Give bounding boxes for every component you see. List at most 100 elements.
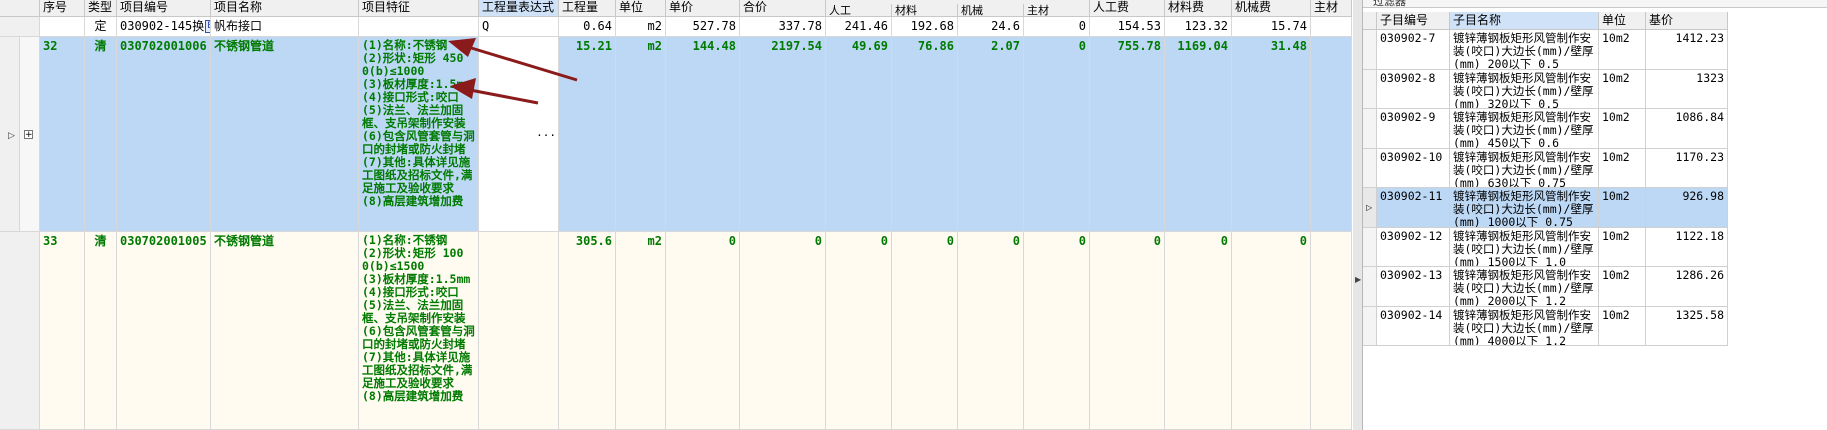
col-header-type[interactable]: 类型 <box>85 0 117 17</box>
col-header-code[interactable]: 项目编号 <box>117 0 211 17</box>
row33-expr[interactable] <box>479 232 559 430</box>
row-indicator[interactable] <box>1363 30 1377 70</box>
row32-labor: 49.69 <box>826 37 892 232</box>
row-indicator[interactable] <box>1363 306 1377 346</box>
row-indicator[interactable] <box>0 232 40 430</box>
quota-name[interactable]: 帆布接口 <box>211 17 359 37</box>
filter-label[interactable]: 过滤器 <box>1373 0 1406 7</box>
quota-list-name[interactable]: 镀锌薄钢板矩形风管制作安装(咬口)大边长(mm)/壁厚(mm) 630以下 0.… <box>1450 148 1599 188</box>
right-col-header-unit[interactable]: 单位 <box>1599 12 1646 30</box>
row32-machine-fee: 31.48 <box>1232 37 1311 232</box>
row-indicator[interactable] <box>0 17 40 37</box>
panel-splitter[interactable]: ▶ <box>1353 0 1363 430</box>
col-header-main-mat-fee[interactable]: 主材 <box>1311 0 1352 17</box>
row33-total: 0 <box>740 232 826 430</box>
quota-main-mat-fee <box>1311 17 1352 37</box>
col-header-machine[interactable]: 机械 <box>958 4 1024 17</box>
col-header-unit[interactable]: 单位 <box>616 0 666 17</box>
row32-name[interactable]: 不锈钢管道 <box>211 37 359 232</box>
col-header-feature[interactable]: 项目特征 <box>359 0 479 17</box>
expr-ellipsis-button[interactable]: ... <box>536 126 556 140</box>
row32-labor-fee: 755.78 <box>1090 37 1165 232</box>
col-header-labor[interactable]: 人工 <box>826 4 892 17</box>
expand-cell[interactable]: + <box>20 37 40 232</box>
row-indicator[interactable] <box>1363 148 1377 188</box>
row33-qty[interactable]: 305.6 <box>559 232 616 430</box>
row-indicator[interactable] <box>1363 69 1377 109</box>
row33-machine: 0 <box>958 232 1024 430</box>
row33-main-mat-fee <box>1311 232 1352 430</box>
col-header-expr[interactable]: 工程量表达式 <box>479 0 559 17</box>
col-header-material-fee[interactable]: 材料费 <box>1165 0 1232 17</box>
filter-bar[interactable]: 过滤器 <box>1363 0 1827 8</box>
quota-list-price: 1325.58 <box>1646 306 1728 346</box>
quota-list-unit: 10m2 <box>1599 69 1646 109</box>
row-indicator[interactable] <box>1363 109 1377 149</box>
row-indicator[interactable]: ▷ <box>0 37 20 232</box>
row33-type: 清 <box>85 232 117 430</box>
quota-list-code[interactable]: 030902-10 <box>1377 148 1450 188</box>
quota-list-name[interactable]: 镀锌薄钢板矩形风管制作安装(咬口)大边长(mm)/壁厚(mm) 2000以下 1… <box>1450 267 1599 307</box>
quota-list-name[interactable]: 镀锌薄钢板矩形风管制作安装(咬口)大边长(mm)/壁厚(mm) 450以下 0.… <box>1450 109 1599 149</box>
quota-type: 定 <box>85 17 117 37</box>
row32-code[interactable]: 030702001006 <box>117 37 211 232</box>
quota-material: 192.68 <box>892 17 958 37</box>
col-header-seq[interactable]: 序号 <box>40 0 85 17</box>
row33-main-mat: 0 <box>1024 232 1090 430</box>
col-header-labor-fee[interactable]: 人工费 <box>1090 0 1165 17</box>
quota-list-price: 1286.26 <box>1646 267 1728 307</box>
col-header-qty[interactable]: 工程量 <box>559 0 616 17</box>
col-header-name[interactable]: 项目名称 <box>211 0 359 17</box>
quota-unit: m2 <box>616 17 666 37</box>
quota-list-code[interactable]: 030902-7 <box>1377 30 1450 70</box>
quota-expr[interactable]: Q <box>479 17 559 37</box>
expand-toggle-icon[interactable]: + <box>24 130 33 140</box>
quota-list-name[interactable]: 镀锌薄钢板矩形风管制作安装(咬口)大边长(mm)/壁厚(mm) 4000以下 1… <box>1450 306 1599 346</box>
row-indicator[interactable]: ▷ <box>1363 188 1377 228</box>
col-header-price[interactable]: 单价 <box>666 0 740 17</box>
right-col-header-price[interactable]: 基价 <box>1646 12 1728 30</box>
quota-list-code[interactable]: 030902-9 <box>1377 109 1450 149</box>
quota-list-name[interactable]: 镀锌薄钢板矩形风管制作安装(咬口)大边长(mm)/壁厚(mm) 200以下 0.… <box>1450 30 1599 70</box>
row33-labor-fee: 0 <box>1090 232 1165 430</box>
quota-labor: 241.46 <box>826 17 892 37</box>
quota-list-name[interactable]: 镀锌薄钢板矩形风管制作安装(咬口)大边长(mm)/壁厚(mm) 320以下 0.… <box>1450 69 1599 109</box>
right-col-header-name[interactable]: 子目名称 <box>1450 12 1599 30</box>
splitter-arrow-icon[interactable]: ▶ <box>1355 275 1361 284</box>
row33-unit: m2 <box>616 232 666 430</box>
col-header-machine-fee[interactable]: 机械费 <box>1232 0 1311 17</box>
col-header-main-mat[interactable]: 主材 <box>1024 4 1090 17</box>
quota-machine: 24.6 <box>958 17 1024 37</box>
quota-seq <box>40 17 85 37</box>
quota-list-code[interactable]: 030902-13 <box>1377 267 1450 307</box>
quota-qty[interactable]: 0.64 <box>559 17 616 37</box>
col-header-total[interactable]: 合价 <box>740 0 826 17</box>
quota-list-code[interactable]: 030902-12 <box>1377 227 1450 267</box>
annotation-arrow-lower <box>450 78 539 105</box>
quota-list-code[interactable]: 030902-8 <box>1377 69 1450 109</box>
row32-material-fee: 1169.04 <box>1165 37 1232 232</box>
row33-feature[interactable]: (1)名称:不锈钢 (2)形状:矩形 100 0(b)≤1500 (3)板材厚度:1.… <box>359 232 479 430</box>
row32-type: 清 <box>85 37 117 232</box>
annotation-arrow-upper <box>448 38 578 82</box>
current-row-arrow-icon: ▷ <box>8 131 15 141</box>
row-indicator[interactable] <box>1363 227 1377 267</box>
quota-list-unit: 10m2 <box>1599 109 1646 149</box>
quota-price: 527.78 <box>666 17 740 37</box>
quota-list-name[interactable]: 镀锌薄钢板矩形风管制作安装(咬口)大边长(mm)/壁厚(mm) 1000以下 0… <box>1450 188 1599 228</box>
row33-code[interactable]: 030702001005 <box>117 232 211 430</box>
quota-list-code[interactable]: 030902-11 <box>1377 188 1450 228</box>
quota-list-price: 1323 <box>1646 69 1728 109</box>
row32-price: 144.48 <box>666 37 740 232</box>
row33-name[interactable]: 不锈钢管道 <box>211 232 359 430</box>
right-col-header-code[interactable]: 子目编号 <box>1377 12 1450 30</box>
quota-feature[interactable] <box>359 17 479 37</box>
col-header-material[interactable]: 材料 <box>892 4 958 17</box>
row-indicator[interactable] <box>1363 267 1377 307</box>
quota-list-code[interactable]: 030902-14 <box>1377 306 1450 346</box>
quota-code[interactable]: 030902-145换Bz <box>117 17 211 37</box>
quota-list-name[interactable]: 镀锌薄钢板矩形风管制作安装(咬口)大边长(mm)/壁厚(mm) 1500以下 1… <box>1450 227 1599 267</box>
quota-list-unit: 10m2 <box>1599 188 1646 228</box>
quota-labor-fee: 154.53 <box>1090 17 1165 37</box>
right-header-corner <box>1363 12 1377 30</box>
